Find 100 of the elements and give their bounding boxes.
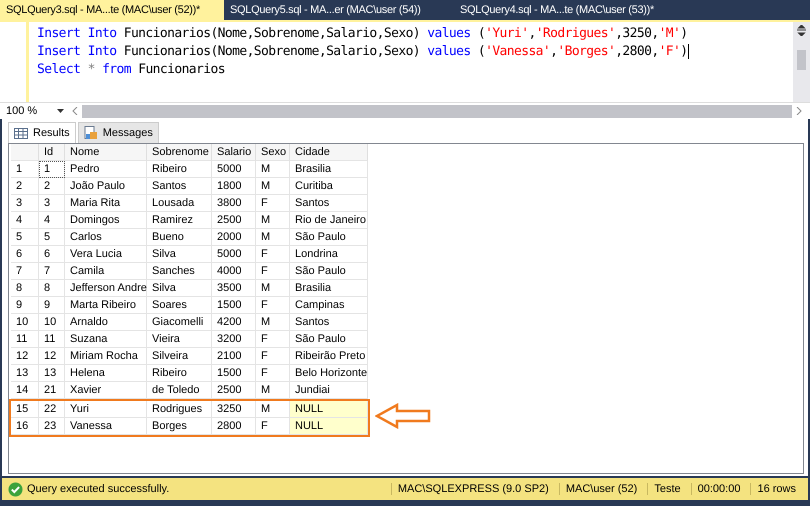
table-cell: 2800 bbox=[212, 418, 256, 435]
table-cell: Sanches bbox=[147, 263, 212, 280]
column-header: Salario bbox=[212, 144, 256, 161]
document-tab[interactable]: SQLQuery5.sql - MA...er (MAC\user (54)) bbox=[224, 0, 446, 20]
column-header: Sexo bbox=[256, 144, 290, 161]
table-cell: Maria Rita bbox=[65, 195, 147, 212]
table-cell: Soares bbox=[147, 297, 212, 314]
document-tab[interactable]: SQLQuery3.sql - MA...te (MAC\user (52))* bbox=[0, 0, 224, 20]
row-number: 1 bbox=[11, 161, 39, 178]
table-cell: 3250 bbox=[212, 401, 256, 418]
table-cell: Marta Ribeiro bbox=[65, 297, 147, 314]
results-tab[interactable]: Messages bbox=[78, 122, 159, 143]
table-cell: 4000 bbox=[212, 263, 256, 280]
table-cell: 5 bbox=[39, 229, 65, 246]
table-cell: Camila bbox=[65, 263, 147, 280]
table-cell: 2000 bbox=[212, 229, 256, 246]
table-cell: M bbox=[256, 161, 290, 178]
row-number: 12 bbox=[11, 348, 39, 365]
row-number: 2 bbox=[11, 178, 39, 195]
table-cell: 11 bbox=[39, 331, 65, 348]
document-tab[interactable]: SQLQuery4.sql - MA...te (MAC\user (53))* bbox=[446, 0, 676, 20]
table-cell: 2500 bbox=[212, 212, 256, 229]
table-cell: Bueno bbox=[147, 229, 212, 246]
table-cell: NULL bbox=[290, 401, 368, 418]
table-cell: 4 bbox=[39, 212, 65, 229]
server-name: MAC\SQLEXPRESS (9.0 SP2) bbox=[390, 483, 555, 495]
zoom-dropdown[interactable]: 100 % bbox=[0, 103, 68, 119]
table-cell: F bbox=[256, 263, 290, 280]
table-cell: Ribeirão Preto bbox=[290, 348, 368, 365]
table-cell: Brasilia bbox=[290, 161, 368, 178]
row-number: 10 bbox=[11, 314, 39, 331]
table-cell: 6 bbox=[39, 246, 65, 263]
table-cell: M bbox=[256, 229, 290, 246]
code-line: Select * from Funcionarios bbox=[37, 62, 226, 79]
table-cell: Silva bbox=[147, 280, 212, 297]
table-cell: 5000 bbox=[212, 246, 256, 263]
table-cell: 1500 bbox=[212, 365, 256, 382]
table-cell: Brasilia bbox=[290, 280, 368, 297]
table-cell: São Paulo bbox=[290, 263, 368, 280]
table-cell: Vera Lucia bbox=[65, 246, 147, 263]
table-cell: Rodrigues bbox=[147, 401, 212, 418]
row-number: 6 bbox=[11, 246, 39, 263]
table-cell: M bbox=[256, 382, 290, 399]
table-cell: Santos bbox=[147, 178, 212, 195]
table-cell: Ribeiro bbox=[147, 161, 212, 178]
table-cell: 3200 bbox=[212, 331, 256, 348]
table-cell: F bbox=[256, 365, 290, 382]
table-cell: Silveira bbox=[147, 348, 212, 365]
status-message: Query executed successfully. bbox=[27, 483, 170, 495]
row-number: 11 bbox=[11, 331, 39, 348]
table-cell: Vanessa bbox=[65, 418, 147, 435]
table-cell: Londrina bbox=[290, 246, 368, 263]
table-cell: F bbox=[256, 195, 290, 212]
table-cell: João Paulo bbox=[65, 178, 147, 195]
table-cell: 13 bbox=[39, 365, 65, 382]
table-cell: NULL bbox=[290, 418, 368, 435]
table-cell: M bbox=[256, 314, 290, 331]
table-cell: Giacomelli bbox=[147, 314, 212, 331]
table-cell: Arnaldo bbox=[65, 314, 147, 331]
table-cell: 1800 bbox=[212, 178, 256, 195]
table-cell: 4200 bbox=[212, 314, 256, 331]
table-cell: Santos bbox=[290, 195, 368, 212]
table-cell: 3800 bbox=[212, 195, 256, 212]
table-cell: 3500 bbox=[212, 280, 256, 297]
row-number: 5 bbox=[11, 229, 39, 246]
table-cell: 23 bbox=[39, 418, 65, 435]
table-cell: F bbox=[256, 348, 290, 365]
table-cell: 12 bbox=[39, 348, 65, 365]
table-cell: Domingos bbox=[65, 212, 147, 229]
row-count: 16 rows bbox=[750, 483, 802, 495]
table-cell: 3 bbox=[39, 195, 65, 212]
table-cell: M bbox=[256, 212, 290, 229]
row-number: 7 bbox=[11, 263, 39, 280]
table-cell: Belo Horizonte bbox=[290, 365, 368, 382]
results-tab[interactable]: Results bbox=[8, 122, 76, 143]
table-cell: F bbox=[256, 297, 290, 314]
table-cell: 8 bbox=[39, 280, 65, 297]
table-cell: 1 bbox=[39, 161, 65, 178]
column-header: Nome bbox=[65, 144, 147, 161]
table-cell: Curitiba bbox=[290, 178, 368, 195]
table-cell: 2100 bbox=[212, 348, 256, 365]
column-header: Sobrenome bbox=[147, 144, 212, 161]
table-cell: Rio de Janeiro bbox=[290, 212, 368, 229]
code-line: Insert Into Funcionarios(Nome,Sobrenome,Salario,Sexo) values ('Vanessa','Borges',2800,'F') bbox=[37, 44, 690, 62]
table-cell: M bbox=[256, 178, 290, 195]
table-cell: Suzana bbox=[65, 331, 147, 348]
table-cell: F bbox=[256, 331, 290, 348]
table-cell: M bbox=[256, 280, 290, 297]
row-number: 14 bbox=[11, 382, 39, 399]
table-cell: 21 bbox=[39, 382, 65, 399]
table-cell: 7 bbox=[39, 263, 65, 280]
table-cell: Ramirez bbox=[147, 212, 212, 229]
database-name: Teste bbox=[647, 483, 687, 495]
row-number: 16 bbox=[11, 418, 39, 435]
table-cell: 5000 bbox=[212, 161, 256, 178]
table-cell: Campinas bbox=[290, 297, 368, 314]
table-cell: F bbox=[256, 246, 290, 263]
table-cell: Jefferson Andre bbox=[65, 280, 147, 297]
table-cell: Ribeiro bbox=[147, 365, 212, 382]
table-cell: Santos bbox=[290, 314, 368, 331]
